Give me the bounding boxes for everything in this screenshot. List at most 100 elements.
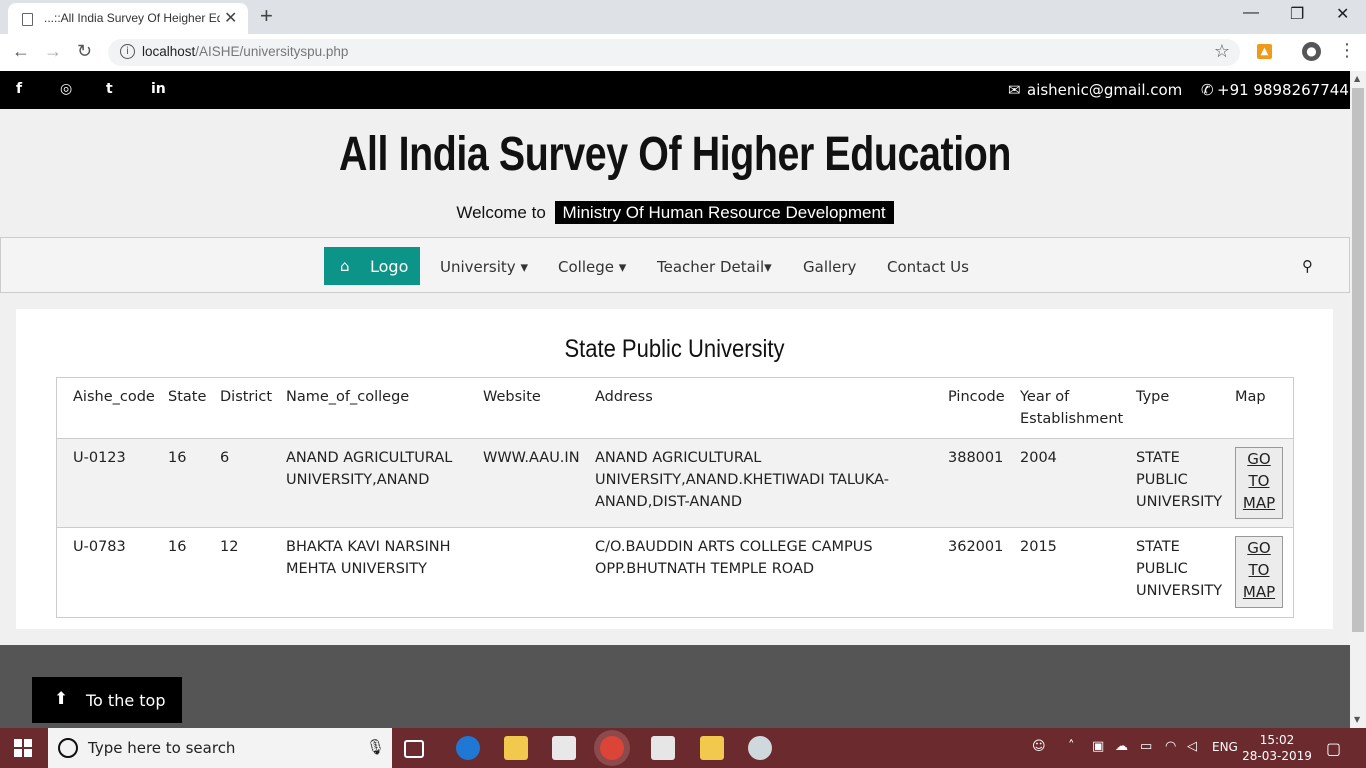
linkedin-icon[interactable]: in bbox=[151, 81, 166, 97]
phone-number: +91 9898267744 bbox=[1217, 81, 1349, 99]
windows-start-icon[interactable] bbox=[14, 739, 32, 757]
column-header: Type bbox=[1136, 389, 1170, 405]
language-indicator[interactable]: ENG bbox=[1212, 740, 1238, 754]
browser-tab[interactable]: ...::All India Survey Of Heigher Ed ✕ bbox=[8, 3, 248, 34]
page-scrollbar[interactable]: ▲ ▼ bbox=[1350, 71, 1366, 728]
contact-topbar: f ◎ t in ✉ aishenic@gmail.com ✆ +91 9898… bbox=[0, 71, 1350, 109]
file-explorer-icon[interactable] bbox=[504, 736, 528, 760]
nav-teacher-detail[interactable]: Teacher Detail▾ bbox=[657, 258, 772, 276]
chevron-down-icon: ▾ bbox=[764, 258, 772, 276]
name-cell: ANAND AGRICULTURAL UNIVERSITY,ANAND bbox=[286, 450, 453, 488]
chrome-icon[interactable] bbox=[600, 736, 624, 760]
welcome-text: Welcome to bbox=[456, 203, 546, 222]
column-header: District bbox=[220, 389, 273, 405]
paint-icon[interactable] bbox=[748, 736, 772, 760]
scroll-up-icon[interactable]: ▲ bbox=[1354, 74, 1360, 83]
browser-tab-strip: ...::All India Survey Of Heigher Ed ✕ + … bbox=[0, 0, 1366, 34]
footer bbox=[0, 645, 1350, 728]
table-header-row: Aishe_code State District Name_of_colleg… bbox=[57, 378, 1293, 439]
scrollbar-thumb[interactable] bbox=[1352, 88, 1364, 632]
wifi-icon[interactable]: ◠ bbox=[1165, 739, 1176, 754]
university-table: Aishe_code State District Name_of_colleg… bbox=[56, 377, 1294, 618]
new-tab-button[interactable]: + bbox=[260, 3, 273, 29]
year-cell: 2004 bbox=[1020, 450, 1057, 466]
aishe-code-cell: U-0123 bbox=[73, 450, 126, 466]
go-to-map-button[interactable]: GO TO MAP bbox=[1235, 447, 1283, 519]
folder-icon[interactable] bbox=[700, 736, 724, 760]
windows-taskbar: Type here to search 🎙 ☺ ˄ ▣ ☁ ▭ ◠ ◁ ENG … bbox=[0, 728, 1366, 768]
type-cell: STATE PUBLIC UNIVERSITY bbox=[1136, 450, 1223, 510]
maximize-button[interactable]: ❐ bbox=[1290, 4, 1304, 24]
store-icon[interactable] bbox=[552, 736, 576, 760]
flag-icon[interactable]: ▣ bbox=[1092, 739, 1104, 754]
name-cell: BHAKTA KAVI NARSINH MEHTA UNIVERSITY bbox=[286, 539, 451, 577]
clock-time: 15:02 bbox=[1259, 733, 1295, 747]
phone-icon: ✆ bbox=[1201, 81, 1214, 99]
microphone-icon[interactable]: 🎙 bbox=[366, 738, 385, 756]
close-window-button[interactable]: ✕ bbox=[1336, 4, 1349, 24]
close-tab-icon[interactable]: ✕ bbox=[224, 8, 237, 27]
nav-university[interactable]: University ▾ bbox=[440, 258, 528, 276]
chevron-down-icon: ▾ bbox=[520, 258, 528, 276]
tab-title: ...::All India Survey Of Heigher Ed bbox=[44, 11, 220, 25]
reload-button[interactable]: ↻ bbox=[77, 41, 92, 62]
edge-icon[interactable] bbox=[456, 736, 480, 760]
minimize-button[interactable]: — bbox=[1243, 4, 1259, 22]
people-icon[interactable]: ☺ bbox=[1032, 739, 1046, 754]
pincode-cell: 388001 bbox=[948, 450, 1004, 466]
state-cell: 16 bbox=[168, 539, 187, 555]
scroll-down-icon[interactable]: ▼ bbox=[1354, 715, 1360, 724]
column-header: Year of Establishment bbox=[1020, 389, 1124, 427]
volume-icon[interactable]: ◁ bbox=[1187, 739, 1197, 754]
nav-home-button[interactable]: ⌂ Logo bbox=[324, 247, 420, 285]
column-header: Aishe_code bbox=[73, 389, 155, 405]
year-cell: 2015 bbox=[1020, 539, 1057, 555]
nav-home-label: Logo bbox=[370, 257, 409, 276]
main-navbar: ⌂ Logo University ▾ College ▾ Teacher De… bbox=[0, 237, 1350, 293]
cloud-icon[interactable]: ☁ bbox=[1115, 739, 1128, 754]
district-cell: 6 bbox=[220, 450, 230, 466]
cortana-icon bbox=[58, 738, 78, 758]
bookmark-star-icon[interactable]: ☆ bbox=[1214, 41, 1230, 62]
task-view-icon[interactable] bbox=[404, 740, 424, 758]
welcome-line: Welcome to Ministry Of Human Resource De… bbox=[0, 201, 1350, 224]
email-link[interactable]: aishenic@gmail.com bbox=[1027, 81, 1182, 99]
column-header: Website bbox=[483, 389, 541, 405]
nav-college[interactable]: College ▾ bbox=[558, 258, 626, 276]
nav-contact-us[interactable]: Contact Us bbox=[887, 258, 969, 276]
browser-menu-icon[interactable]: ⋮ bbox=[1338, 40, 1356, 61]
site-title: All India Survey Of Higher Education bbox=[339, 128, 1011, 181]
search-icon[interactable]: ⚲ bbox=[1302, 257, 1313, 275]
address-bar[interactable]: i localhost/AISHE/universityspu.php ☆ bbox=[108, 39, 1240, 66]
page-icon bbox=[22, 13, 33, 26]
column-header: Map bbox=[1235, 389, 1266, 405]
website-cell[interactable]: WWW.AAU.IN bbox=[483, 447, 580, 469]
url-text: localhost/AISHE/universityspu.php bbox=[142, 44, 349, 59]
page-viewport: f ◎ t in ✉ aishenic@gmail.com ✆ +91 9898… bbox=[0, 71, 1350, 728]
aishe-code-cell: U-0783 bbox=[73, 539, 126, 555]
back-button[interactable]: ← bbox=[12, 41, 30, 62]
chevron-up-icon[interactable]: ˄ bbox=[1068, 739, 1075, 754]
go-to-map-button[interactable]: GO TO MAP bbox=[1235, 536, 1283, 608]
extension-icon[interactable]: ▲ bbox=[1257, 44, 1272, 59]
state-cell: 16 bbox=[168, 450, 187, 466]
instagram-icon[interactable]: ◎ bbox=[60, 81, 72, 97]
nav-gallery[interactable]: Gallery bbox=[803, 258, 856, 276]
notifications-icon[interactable]: ▢ bbox=[1326, 739, 1341, 758]
forward-button[interactable]: → bbox=[44, 41, 62, 62]
mail-icon[interactable] bbox=[651, 736, 675, 760]
taskbar-clock[interactable]: 15:02 28-03-2019 bbox=[1242, 732, 1312, 764]
column-header: Address bbox=[595, 389, 653, 405]
pincode-cell: 362001 bbox=[948, 539, 1004, 555]
taskbar-search-box[interactable]: Type here to search 🎙 bbox=[48, 728, 392, 768]
to-the-top-label: To the top bbox=[86, 691, 166, 710]
to-the-top-button[interactable]: ⬆ To the top bbox=[32, 677, 182, 723]
info-icon[interactable]: i bbox=[120, 44, 135, 59]
battery-icon[interactable]: ▭ bbox=[1140, 739, 1152, 754]
arrow-up-icon: ⬆ bbox=[54, 689, 69, 709]
profile-icon[interactable]: ● bbox=[1302, 42, 1321, 61]
twitter-icon[interactable]: t bbox=[106, 81, 113, 97]
email-icon: ✉ bbox=[1008, 81, 1021, 99]
facebook-icon[interactable]: f bbox=[16, 81, 22, 97]
ministry-badge: Ministry Of Human Resource Development bbox=[554, 201, 894, 224]
